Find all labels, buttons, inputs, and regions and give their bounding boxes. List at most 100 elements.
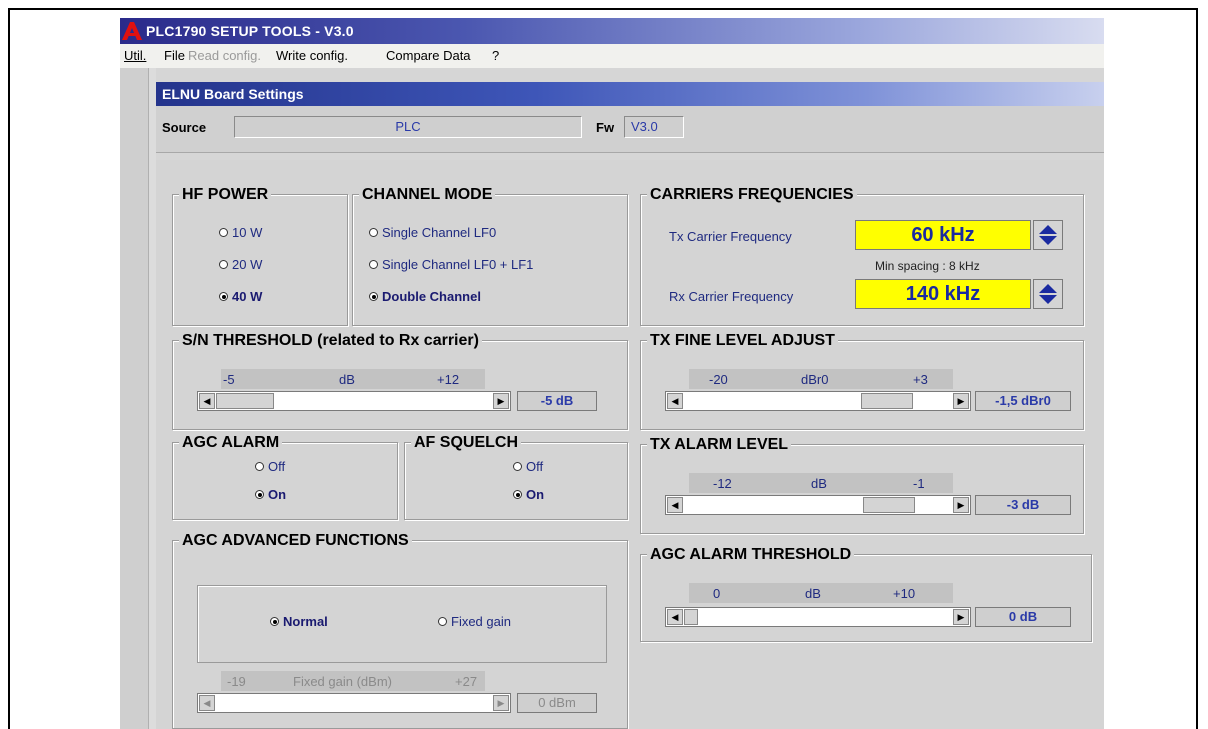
tx-carrier-label: Tx Carrier Frequency	[669, 229, 792, 244]
channel-mode-title: CHANNEL MODE	[359, 186, 496, 204]
up-down-arrow-icon	[1039, 284, 1057, 304]
left-toolbar-strip	[120, 68, 149, 729]
fw-label: Fw	[596, 120, 615, 135]
agc-advanced-title: AGC ADVANCED FUNCTIONS	[179, 532, 412, 550]
rx-carrier-label: Rx Carrier Frequency	[669, 289, 794, 304]
radio-icon	[219, 260, 228, 269]
radio-icon	[255, 462, 264, 471]
menu-write-config[interactable]: Write config.	[276, 44, 348, 68]
min-spacing-label: Min spacing : 8 kHz	[875, 259, 980, 273]
radio-agc-off[interactable]: Off	[255, 459, 285, 474]
tx-alarm-max-label: -1	[913, 476, 925, 491]
radio-icon	[219, 228, 228, 237]
subwindow-title: ELNU Board Settings	[156, 82, 1104, 106]
sn-threshold-slider[interactable]: ◀ ▶	[197, 391, 511, 411]
arrow-left-icon[interactable]: ◀	[667, 497, 683, 513]
radio-single-lf0-lf1[interactable]: Single Channel LF0 + LF1	[369, 257, 533, 272]
radio-20w[interactable]: 20 W	[219, 257, 262, 272]
title-bar: PLC1790 SETUP TOOLS - V3.0	[120, 18, 1104, 44]
hf-power-title: HF POWER	[179, 186, 272, 204]
tx-alarm-slider-thumb[interactable]	[863, 497, 915, 513]
menu-compare-data[interactable]: Compare Data	[386, 44, 471, 68]
tx-fine-min-label: -20	[709, 372, 728, 387]
rx-carrier-value[interactable]: 140 kHz	[855, 279, 1031, 309]
tx-alarm-scale: -12 dB -1	[689, 473, 953, 493]
source-label: Source	[162, 120, 207, 135]
tx-alarm-slider[interactable]: ◀ ▶	[665, 495, 971, 515]
tx-fine-group: TX FINE LEVEL ADJUST -20 dBr0 +3 ◀ ▶ -1,…	[640, 332, 1084, 430]
radio-40w[interactable]: 40 W	[219, 289, 262, 304]
fixed-gain-value: 0 dBm	[517, 693, 597, 713]
agc-threshold-slider[interactable]: ◀ ▶	[665, 607, 971, 627]
radio-icon	[369, 260, 378, 269]
tx-fine-title: TX FINE LEVEL ADJUST	[647, 332, 838, 350]
arrow-right-icon[interactable]: ▶	[953, 393, 969, 409]
fixed-gain-scale: -19 Fixed gain (dBm) +27	[221, 671, 485, 691]
carriers-title: CARRIERS FREQUENCIES	[647, 186, 857, 204]
radio-selected-icon	[255, 490, 264, 499]
sn-slider-thumb[interactable]	[216, 393, 274, 409]
tx-fine-slider-thumb[interactable]	[861, 393, 913, 409]
rx-spin-button[interactable]	[1033, 279, 1063, 309]
sn-threshold-group: S/N THRESHOLD (related to Rx carrier) -5…	[172, 332, 628, 430]
af-squelch-group: AF SQUELCH Off On	[404, 434, 628, 520]
radio-icon	[513, 462, 522, 471]
radio-squelch-on[interactable]: On	[513, 487, 544, 502]
tx-fine-max-label: +3	[913, 372, 928, 387]
radio-fixed-gain[interactable]: Fixed gain	[438, 614, 511, 629]
window-title: PLC1790 SETUP TOOLS - V3.0	[146, 23, 354, 39]
up-down-arrow-icon	[1039, 225, 1057, 245]
arrow-left-icon[interactable]: ◀	[199, 695, 215, 711]
tx-spin-button[interactable]	[1033, 220, 1063, 250]
arrow-right-icon[interactable]: ▶	[493, 695, 509, 711]
carriers-group: CARRIERS FREQUENCIES Tx Carrier Frequenc…	[640, 186, 1084, 326]
arrow-right-icon[interactable]: ▶	[953, 497, 969, 513]
sn-unit-label: dB	[339, 372, 355, 387]
menu-read-config[interactable]: Read config.	[188, 44, 261, 68]
tx-carrier-value[interactable]: 60 kHz	[855, 220, 1031, 250]
menu-util[interactable]: Util.	[124, 44, 146, 68]
hf-power-group: HF POWER 10 W 20 W 40 W	[172, 186, 348, 326]
radio-selected-icon	[219, 292, 228, 301]
radio-10w[interactable]: 10 W	[219, 225, 262, 240]
radio-normal[interactable]: Normal	[270, 614, 328, 629]
arrow-left-icon[interactable]: ◀	[199, 393, 215, 409]
fixed-gain-slider[interactable]: ◀ ▶	[197, 693, 511, 713]
arrow-right-icon[interactable]: ▶	[493, 393, 509, 409]
agc-mode-box: Normal Fixed gain	[197, 585, 607, 663]
tx-fine-slider[interactable]: ◀ ▶	[665, 391, 971, 411]
radio-agc-on[interactable]: On	[255, 487, 286, 502]
arrow-left-icon[interactable]: ◀	[667, 609, 683, 625]
app-window: PLC1790 SETUP TOOLS - V3.0 Util. File Re…	[120, 18, 1104, 729]
tx-fine-value: -1,5 dBr0	[975, 391, 1071, 411]
fixed-gain-unit-label: Fixed gain (dBm)	[293, 674, 392, 689]
af-squelch-title: AF SQUELCH	[411, 434, 521, 452]
radio-double-channel[interactable]: Double Channel	[369, 289, 481, 304]
tx-alarm-value: -3 dB	[975, 495, 1071, 515]
menu-help[interactable]: ?	[492, 44, 499, 68]
app-logo-icon	[122, 22, 142, 40]
sn-min-label: -5	[223, 372, 235, 387]
radio-squelch-off[interactable]: Off	[513, 459, 543, 474]
fw-field: V3.0	[624, 116, 684, 138]
radio-single-lf0[interactable]: Single Channel LF0	[369, 225, 496, 240]
tx-alarm-min-label: -12	[713, 476, 732, 491]
tx-alarm-group: TX ALARM LEVEL -12 dB -1 ◀ ▶ -3 dB	[640, 436, 1084, 534]
menu-bar: Util. File Read config. Write config. Co…	[120, 44, 1104, 68]
elnu-settings-window: ELNU Board Settings Source PLC Fw V3.0 H…	[156, 68, 1104, 729]
agc-threshold-value: 0 dB	[975, 607, 1071, 627]
tx-fine-scale: -20 dBr0 +3	[689, 369, 953, 389]
radio-icon	[369, 228, 378, 237]
agc-alarm-title: AGC ALARM	[179, 434, 283, 452]
radio-selected-icon	[270, 617, 279, 626]
agc-threshold-title: AGC ALARM THRESHOLD	[647, 546, 855, 564]
menu-file[interactable]: File	[164, 44, 185, 68]
source-row: Source PLC Fw V3.0	[156, 106, 1104, 153]
agc-advanced-group: AGC ADVANCED FUNCTIONS Normal Fixed gain…	[172, 532, 628, 729]
agc-threshold-group: AGC ALARM THRESHOLD 0 dB +10 ◀ ▶ 0 dB	[640, 546, 1092, 642]
arrow-left-icon[interactable]: ◀	[667, 393, 683, 409]
agc-threshold-slider-thumb[interactable]	[684, 609, 698, 625]
arrow-right-icon[interactable]: ▶	[953, 609, 969, 625]
agc-alarm-group: AGC ALARM Off On	[172, 434, 398, 520]
sn-scale: -5 dB +12	[221, 369, 485, 389]
